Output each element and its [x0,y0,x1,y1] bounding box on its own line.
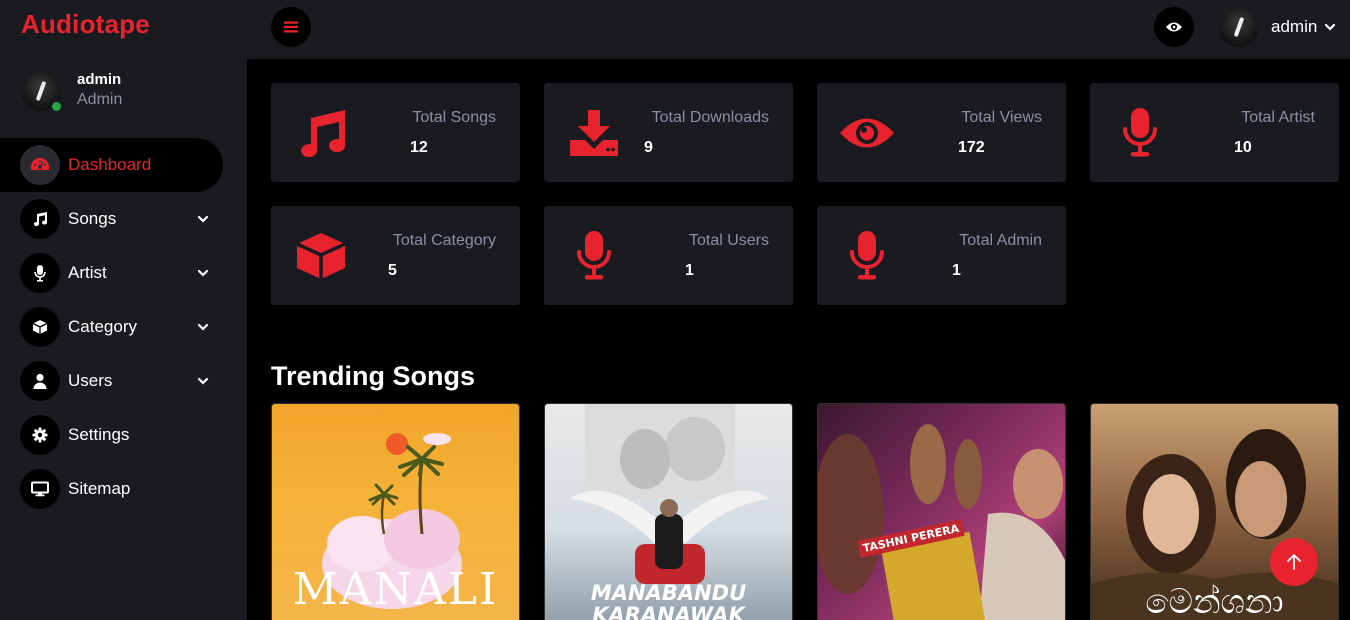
stat-value: 1 [685,262,694,279]
sidebar-item-settings[interactable]: Settings [0,408,247,462]
avatar [1219,7,1259,47]
stat-label: Total Views [961,109,1042,126]
back-to-top-button[interactable] [1270,538,1318,586]
sidebar-item-label: Dashboard [68,155,152,174]
sidebar-item-label: Artist [68,263,107,282]
cube-icon [20,307,60,347]
stat-card-total-admin[interactable]: Total Admin 1 [817,206,1066,305]
sidebar-nav: Dashboard Songs Artist Category Users Se… [0,138,247,516]
chevron-down-icon [1325,23,1336,31]
stat-value: 10 [1234,139,1252,156]
microphone-icon [20,253,60,293]
song-card-manabandu-karanawak[interactable]: MANABANDU KARANAWAK [544,403,793,620]
dashboard-app: Audiotape admin Admin Dashboard Songs Ar… [0,0,1350,620]
stat-value: 1 [952,262,961,279]
stat-label: Total Downloads [651,109,769,126]
song-cover-title: MANALI [292,564,499,615]
hamburger-menu-icon [284,21,298,33]
trending-songs-title: Trending Songs [271,361,476,391]
eye-icon [1166,22,1182,32]
stat-label: Total Admin [959,232,1042,249]
microphone-icon [566,230,622,282]
sidebar-item-label: Settings [68,425,130,444]
sidebar-item-songs[interactable]: Songs [0,192,247,246]
user-icon [20,361,60,401]
user-menu-dropdown[interactable]: admin [1219,7,1336,47]
user-menu-name: admin [1271,17,1318,36]
music-icon [20,199,60,239]
microphone-icon [839,230,895,282]
stat-value: 9 [644,139,653,156]
chevron-down-icon [197,215,209,223]
sidebar-item-label: Sitemap [68,479,131,498]
chevron-down-icon [197,377,209,385]
song-cover-art [818,424,1065,620]
sidebar-item-category[interactable]: Category [0,300,247,354]
stat-value: 172 [958,139,985,156]
sidebar-item-dashboard[interactable]: Dashboard [0,138,223,192]
song-card-tashni-perera[interactable]: TASHNI PERERA [817,403,1066,620]
stat-label: Total Users [688,232,769,249]
stat-label: Total Category [392,232,496,249]
song-cover-title: මෙන්ශනා [1145,582,1284,620]
menu-toggle-button[interactable] [271,7,311,47]
song-card-sinhala-title[interactable]: මෙන්ශනා [1090,403,1339,620]
song-cover-title: MANABANDU KARANAWAK [590,581,747,620]
sidebar: Audiotape admin Admin Dashboard Songs Ar… [0,0,247,620]
sidebar-item-users[interactable]: Users [0,354,247,408]
eye-icon [839,107,895,159]
sidebar-item-label: Songs [68,209,117,228]
desktop-icon [20,469,60,509]
stat-value: 12 [410,139,428,156]
stat-card-total-views[interactable]: Total Views 172 [817,83,1066,182]
stat-card-total-downloads[interactable]: Total Downloads 9 [544,83,793,182]
music-icon [293,107,349,159]
profile-role: Admin [77,91,123,108]
topbar: admin [247,0,1350,59]
stat-card-total-users[interactable]: Total Users 1 [544,206,793,305]
song-card-manali[interactable]: MANALI [271,403,520,620]
view-site-button[interactable] [1154,7,1194,47]
cube-icon [293,230,349,282]
brand-logo[interactable]: Audiotape [21,9,150,40]
dashboard-icon [20,145,60,185]
gear-icon [20,415,60,455]
chevron-down-icon [197,269,209,277]
sidebar-item-label: Category [68,317,137,336]
sidebar-profile: admin Admin [21,71,123,113]
profile-name: admin [77,71,122,88]
stat-card-total-artist[interactable]: Total Artist 10 [1090,83,1339,182]
sidebar-item-label: Users [68,371,113,390]
sidebar-item-artist[interactable]: Artist [0,246,247,300]
sidebar-item-sitemap[interactable]: Sitemap [0,462,247,516]
download-icon [566,107,622,159]
online-status-indicator [50,100,63,113]
stat-card-total-songs[interactable]: Total Songs 12 [271,83,520,182]
stat-card-total-category[interactable]: Total Category 5 [271,206,520,305]
stat-value: 5 [388,262,397,279]
stat-label: Total Songs [412,109,496,126]
microphone-icon [1112,107,1168,159]
avatar [21,71,63,113]
chevron-down-icon [197,323,209,331]
arrow-up-icon [1287,554,1301,570]
stat-label: Total Artist [1241,109,1315,126]
